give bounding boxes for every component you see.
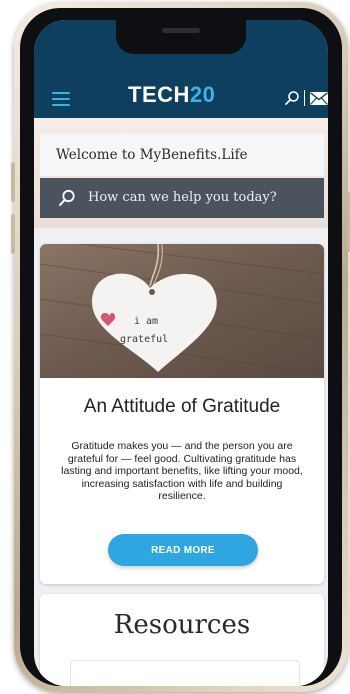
notch	[116, 20, 246, 54]
search-icon	[59, 189, 75, 206]
search-icon[interactable]	[284, 90, 300, 106]
header-divider	[304, 90, 305, 106]
article-body: Gratitude makes you — and the person you…	[61, 440, 303, 502]
article-card: i am grateful An Attitude of Gratitude G…	[40, 244, 324, 584]
phone-frame: TECH20 Welcome to MyBenefits.Life How ca…	[11, 2, 350, 692]
logo-number: 20	[189, 82, 216, 107]
speaker-grille	[162, 28, 200, 33]
screen: TECH20 Welcome to MyBenefits.Life How ca…	[34, 20, 328, 686]
mail-icon[interactable]	[310, 92, 328, 105]
welcome-banner: Welcome to MyBenefits.Life	[40, 134, 324, 176]
gratitude-heart-image: i am grateful	[40, 244, 324, 378]
logo[interactable]: TECH20	[128, 82, 215, 108]
image-caption-line2: grateful	[120, 334, 168, 345]
article-title: An Attitude of Gratitude	[83, 396, 281, 417]
help-search-bar[interactable]: How can we help you today?	[40, 178, 324, 218]
read-more-button[interactable]: READ MORE	[108, 534, 258, 566]
resources-section: Resources	[40, 594, 324, 686]
resources-item[interactable]	[70, 660, 300, 686]
search-placeholder: How can we help you today?	[88, 190, 277, 205]
image-caption-line1: i am	[134, 316, 158, 327]
logo-text: TECH	[128, 82, 190, 107]
volume-button	[11, 162, 15, 202]
volume-button-lower	[11, 214, 15, 254]
phone-bezel: TECH20 Welcome to MyBenefits.Life How ca…	[20, 8, 342, 686]
resources-title: Resources	[113, 610, 251, 640]
hamburger-menu-icon[interactable]	[52, 92, 70, 106]
